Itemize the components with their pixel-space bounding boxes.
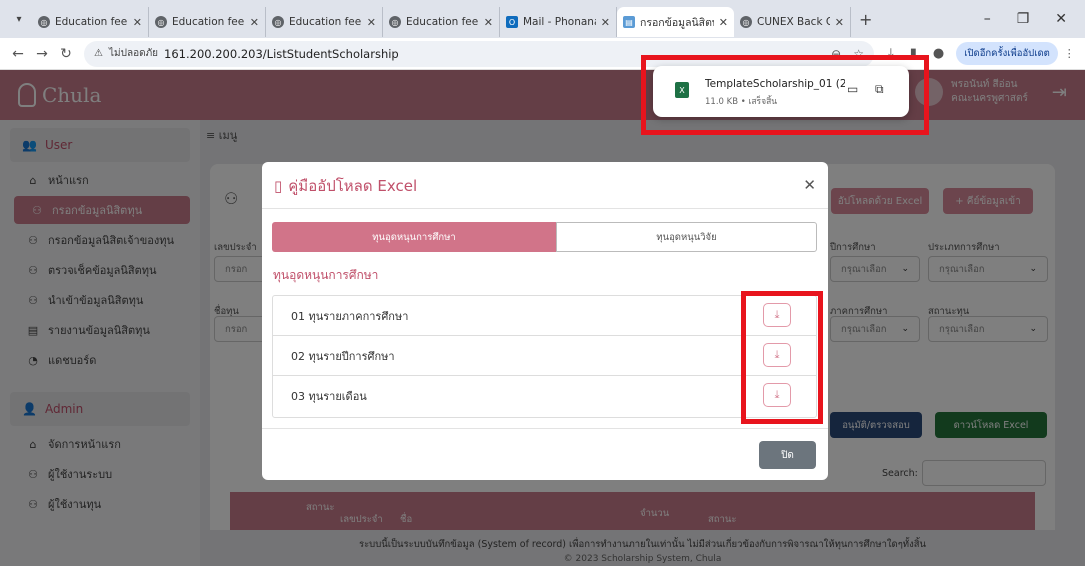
list-item: 01 ทุนรายภาคการศึกษา ⤓ — [273, 296, 816, 336]
tab-title: Mail - Phonanan — [523, 16, 596, 28]
highlight-box — [741, 291, 823, 424]
close-icon[interactable]: ✕ — [133, 16, 142, 29]
close-icon[interactable]: ✕ — [601, 16, 610, 29]
tab-title: Education fee all — [406, 16, 479, 28]
forward-icon[interactable]: → — [30, 46, 54, 62]
list-item-label: 03 ทุนรายเดือน — [291, 390, 367, 403]
tab-title: CUNEX Back Offi — [757, 16, 830, 28]
document-icon: ▯ — [274, 177, 283, 195]
list-item-label: 02 ทุนรายปีการศึกษา — [291, 349, 395, 363]
globe-icon: ◎ — [740, 16, 752, 28]
close-icon[interactable]: ✕ — [835, 16, 844, 29]
globe-icon: ◎ — [38, 16, 50, 28]
minimize-icon[interactable]: – — [984, 11, 991, 27]
security-label[interactable]: ไม่ปลอดภัย — [109, 46, 158, 61]
browser-tab[interactable]: ◎ Education fee all ✕ — [266, 7, 383, 37]
tab-search-icon[interactable]: ▾ — [6, 6, 32, 32]
outlook-icon: O — [506, 16, 518, 28]
globe-icon: ◎ — [272, 16, 284, 28]
document-icon: ▤ — [623, 16, 635, 28]
back-icon[interactable]: ← — [6, 46, 30, 62]
restore-icon[interactable]: ❐ — [1017, 11, 1030, 27]
tab-title: Education fee all — [289, 16, 362, 28]
section-title: ทุนอุดหนุนการศึกษา — [273, 268, 379, 282]
reload-icon[interactable]: ↻ — [54, 46, 78, 62]
window-controls: – ❐ ✕ — [984, 0, 1085, 38]
close-button[interactable]: ปิด — [759, 441, 816, 469]
modal-title-text: คู่มืออัปโหลด Excel — [288, 177, 418, 195]
browser-tab[interactable]: ◎ CUNEX Back Offi ✕ — [734, 7, 851, 37]
divider — [262, 428, 828, 429]
update-button[interactable]: เปิดอีกครั้งเพื่ออัปเดต — [956, 42, 1058, 65]
divider — [262, 208, 828, 209]
more-menu-icon[interactable]: ⋮ — [1064, 47, 1075, 60]
browser-tab-active[interactable]: ▤ กรอกข้อมูลนิสิตทุน ✕ — [617, 7, 734, 37]
browser-tab-bar: ▾ ◎ Education fee all ✕ ◎ Education fee … — [0, 0, 1085, 38]
tab-title: Education fee all — [55, 16, 128, 28]
close-icon[interactable]: ✕ — [367, 16, 376, 29]
profile-icon[interactable]: ● — [933, 46, 944, 61]
globe-icon: ◎ — [155, 16, 167, 28]
warning-icon: ⚠ — [94, 48, 103, 59]
new-tab-icon[interactable]: + — [859, 10, 872, 29]
close-icon[interactable]: ✕ — [719, 16, 728, 29]
tab-research-grant[interactable]: ทุนอุดหนุนวิจัย — [556, 222, 817, 252]
close-icon[interactable]: ✕ — [250, 16, 259, 29]
url-text[interactable]: 161.200.200.203/ListStudentScholarship — [164, 47, 399, 61]
list-item: 02 ทุนรายปีการศึกษา ⤓ — [273, 336, 816, 376]
tab-title: กรอกข้อมูลนิสิตทุน — [640, 16, 714, 29]
template-list: 01 ทุนรายภาคการศึกษา ⤓ 02 ทุนรายปีการศึก… — [272, 295, 817, 418]
list-item-label: 01 ทุนรายภาคการศึกษา — [291, 309, 409, 323]
close-icon[interactable]: ✕ — [484, 16, 493, 29]
browser-tab[interactable]: ◎ Education fee all ✕ — [32, 7, 149, 37]
list-item: 03 ทุนรายเดือน ⤓ — [273, 376, 816, 416]
browser-tab[interactable]: ◎ Education fee all ✕ — [149, 7, 266, 37]
tab-title: Education fee all — [172, 16, 245, 28]
browser-tab[interactable]: ◎ Education fee all ✕ — [383, 7, 500, 37]
globe-icon: ◎ — [389, 16, 401, 28]
modal-title: ▯ คู่มืออัปโหลด Excel — [274, 174, 417, 198]
close-icon[interactable]: ✕ — [803, 176, 816, 194]
tab-education-grant[interactable]: ทุนอุดหนุนการศึกษา — [272, 222, 556, 252]
browser-tab[interactable]: O Mail - Phonanan ✕ — [500, 7, 617, 37]
close-window-icon[interactable]: ✕ — [1055, 11, 1067, 27]
highlight-box — [641, 55, 929, 135]
